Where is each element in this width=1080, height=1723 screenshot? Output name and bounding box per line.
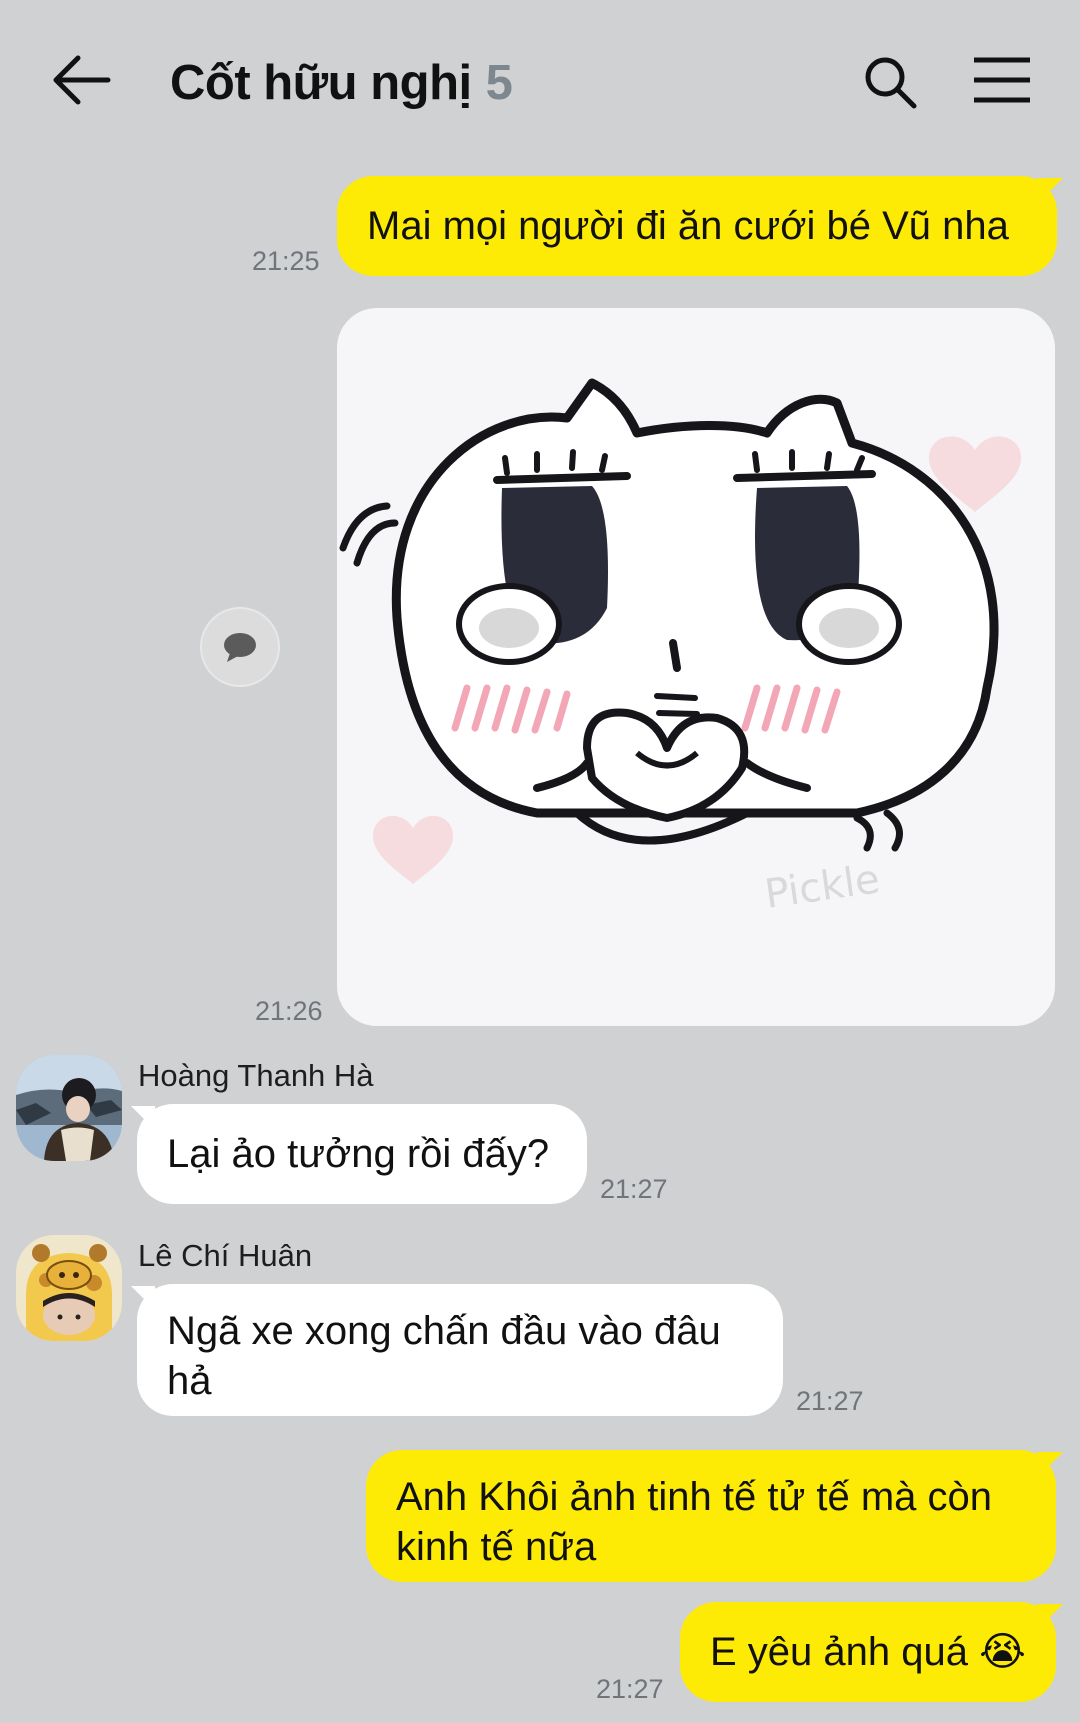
share-button[interactable] [200,607,280,687]
cat-heart-hands-sticker: Pickle [339,378,1021,918]
message-text: Mai mọi người đi ăn cưới bé Vũ nha [367,204,1009,248]
member-count: 5 [485,56,513,110]
message-text: E yêu ảnh quá 😭 [710,1630,1026,1674]
avatar-photo [16,1055,122,1161]
message-time: 21:25 [252,246,320,276]
message-text-line: Anh Khôi ảnh tinh tế tử tế mà còn [396,1475,993,1519]
message-text-line: kinh tế nữa [396,1525,597,1569]
incoming-message-bubble[interactable]: Ngã xe xong chấn đầu vào đâu hả [137,1284,783,1416]
search-button[interactable] [862,54,918,110]
outgoing-message-bubble[interactable]: Anh Khôi ảnh tinh tế tử tế mà còn kinh t… [366,1450,1056,1582]
back-button[interactable] [52,52,112,108]
outgoing-message-bubble[interactable]: E yêu ảnh quá 😭 [680,1602,1056,1702]
outgoing-message-bubble[interactable]: Mai mọi người đi ăn cưới bé Vũ nha [337,176,1057,276]
message-time: 21:27 [600,1174,668,1204]
incoming-message-bubble[interactable]: Lại ảo tưởng rồi đấy? [137,1104,587,1204]
avatar-le-chi-huan[interactable] [16,1235,122,1341]
search-icon [865,57,917,109]
arrow-left-icon [53,55,111,105]
avatar-hoang-thanh-ha[interactable] [16,1055,122,1161]
sender-name: Lê Chí Huân [138,1238,313,1273]
message-text: Lại ảo tưởng rồi đấy? [167,1132,550,1176]
message-time: 21:26 [255,996,323,1026]
message-time: 21:27 [796,1386,864,1416]
hamburger-menu-icon [974,57,1030,103]
menu-button[interactable] [972,56,1032,104]
chat-title: Cốt hữu nghị [170,56,472,110]
speech-bubble-icon [224,633,256,662]
message-text-line: Ngã xe xong chấn đầu vào đâu [167,1309,721,1353]
sender-name: Hoàng Thanh Hà [138,1058,374,1093]
bubble-tail [1037,1452,1063,1478]
message-text-line: hả [167,1359,212,1403]
bubble-tail [1037,1604,1063,1630]
sticker-message[interactable]: Pickle [337,308,1055,1026]
svg-text:Pickle: Pickle [762,856,883,918]
avatar-photo [16,1235,122,1341]
message-time: 21:27 [596,1674,664,1704]
bubble-tail [1037,178,1063,204]
chat-header: Cốt hữu nghị 5 [0,0,1080,160]
chat-title-group[interactable]: Cốt hữu nghị 5 [170,48,513,118]
